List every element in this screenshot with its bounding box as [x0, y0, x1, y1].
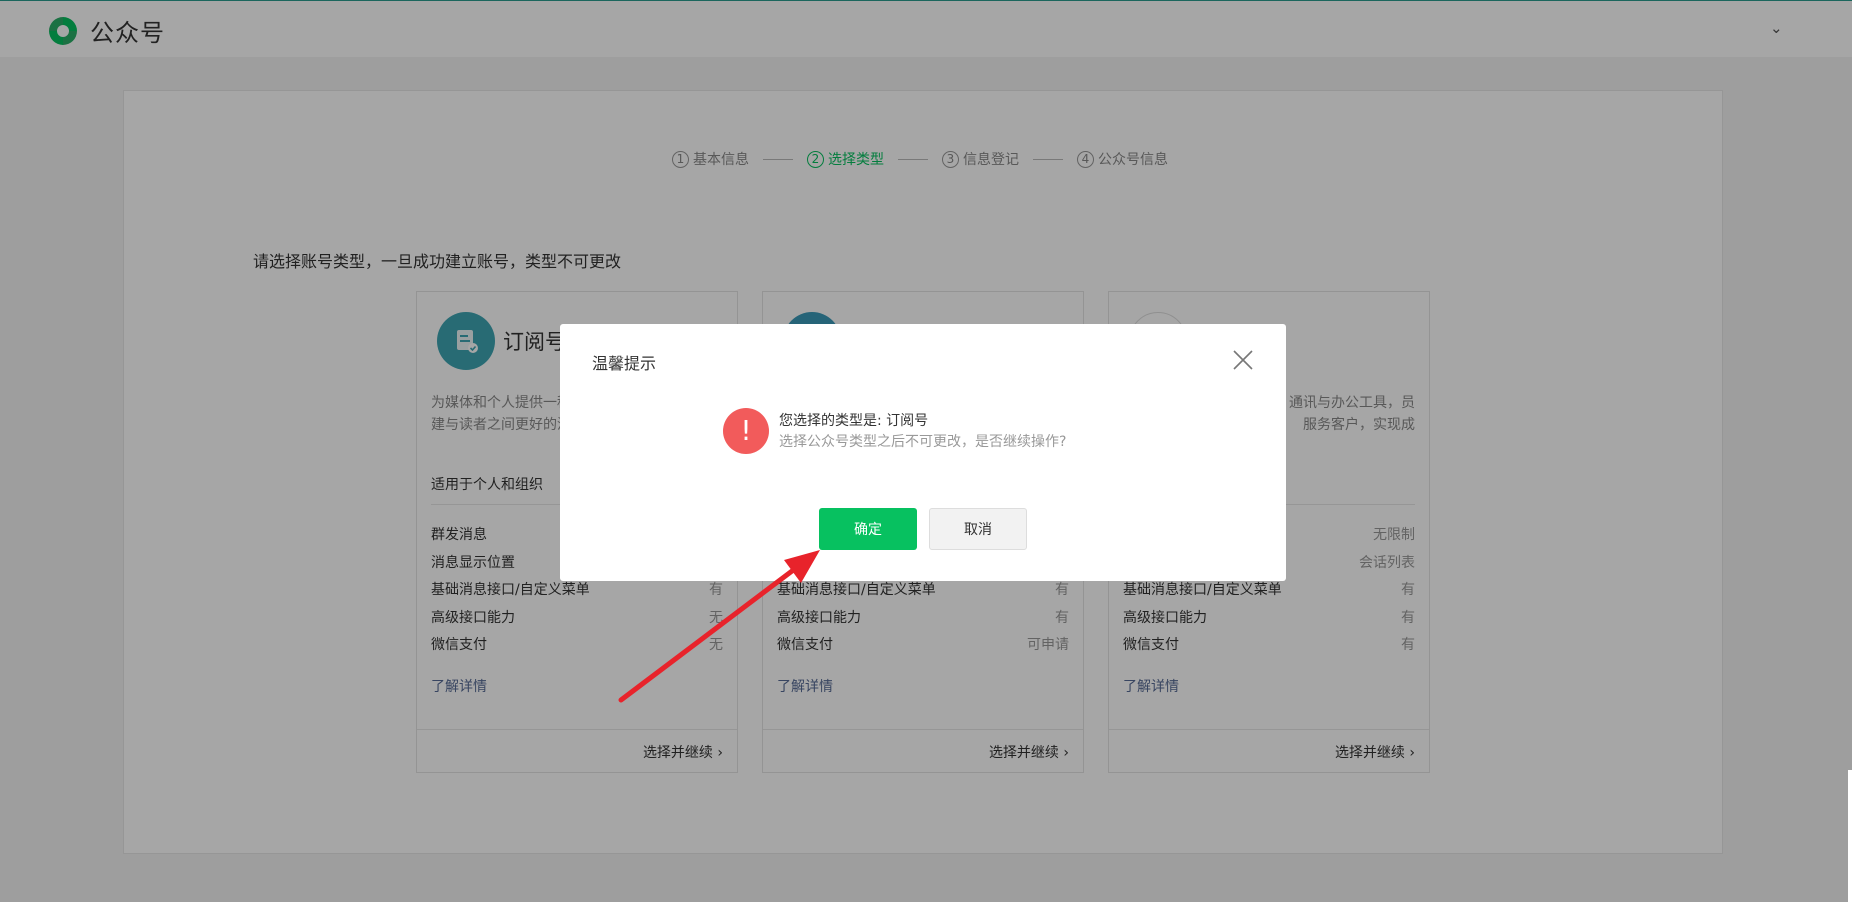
scrollbar[interactable]: [1848, 770, 1852, 902]
dialog-title: 温馨提示: [592, 354, 657, 373]
cancel-button[interactable]: 取消: [929, 508, 1027, 550]
warning-icon: !: [723, 408, 769, 454]
confirm-dialog: 温馨提示 ! 您选择的类型是: 订阅号 选择公众号类型之后不可更改，是否继续操作…: [560, 324, 1286, 581]
confirm-button[interactable]: 确定: [819, 508, 917, 550]
dialog-sub-message: 选择公众号类型之后不可更改，是否继续操作?: [779, 434, 1067, 450]
dialog-message: 您选择的类型是: 订阅号: [779, 413, 929, 429]
close-icon[interactable]: [1230, 347, 1256, 373]
